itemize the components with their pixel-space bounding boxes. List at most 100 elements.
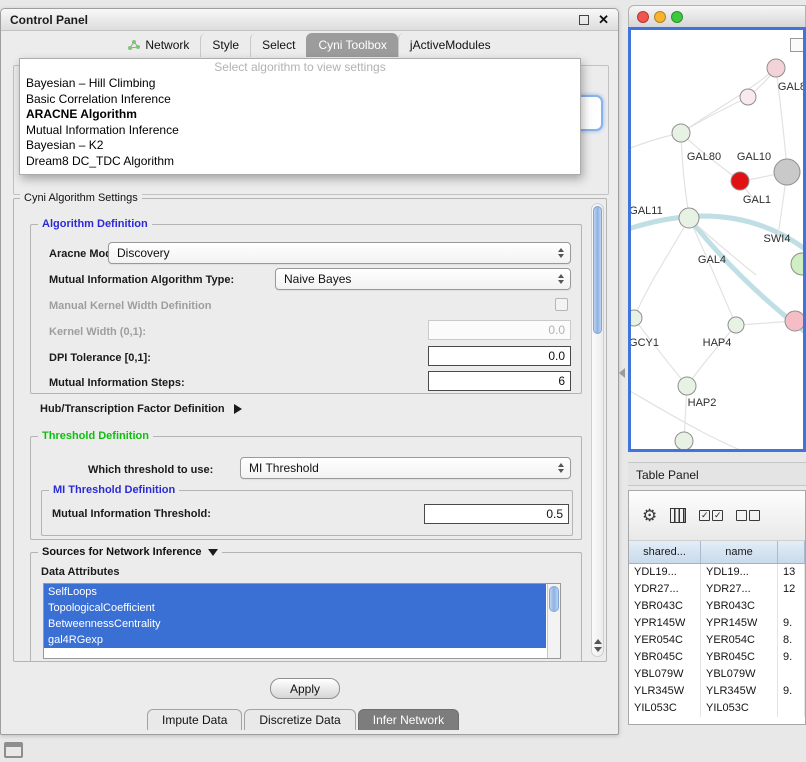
network-node[interactable] <box>631 310 642 326</box>
scrollbar-arrows-icon[interactable] <box>592 639 603 652</box>
attribute-list-item[interactable]: TopologicalCoefficient <box>44 600 546 616</box>
tab-network[interactable]: Network <box>117 33 200 57</box>
columns-icon <box>670 508 686 523</box>
network-window-titlebar[interactable] <box>628 5 806 27</box>
table-row[interactable]: YER054CYER054C8. <box>629 632 805 649</box>
scrollbar-thumb[interactable] <box>549 586 559 612</box>
column-header-shared-name[interactable]: shared... <box>629 541 701 563</box>
column-header-name[interactable]: name <box>701 541 778 563</box>
table-cell: YDR27... <box>701 581 778 598</box>
mi-steps-label: Mutual Information Steps: <box>49 376 185 390</box>
apply-button[interactable]: Apply <box>270 678 340 699</box>
network-node[interactable] <box>785 311 803 331</box>
tab-infer-network[interactable]: Infer Network <box>358 709 459 730</box>
table-cell: YBR045C <box>701 649 778 666</box>
table-row[interactable]: YBR045CYBR045C9. <box>629 649 805 666</box>
table-cell: YPR145W <box>701 615 778 632</box>
table-body: YDL19...YDL19...13YDR27...YDR27...12YBR0… <box>629 564 805 717</box>
algorithm-option[interactable]: Basic Correlation Inference <box>20 92 580 108</box>
tab-impute-data[interactable]: Impute Data <box>147 709 242 730</box>
hub-definition-toggle[interactable]: Hub/Transcription Factor Definition <box>40 403 242 415</box>
network-node[interactable] <box>791 253 803 275</box>
table-cell: YDL19... <box>701 564 778 581</box>
network-node[interactable] <box>678 377 696 395</box>
control-panel-titlebar[interactable]: Control Panel ✕ <box>1 9 618 31</box>
tab-discretize-data[interactable]: Discretize Data <box>244 709 355 730</box>
table-cell: YLR345W <box>629 683 701 700</box>
which-threshold-select[interactable]: MI Threshold <box>240 457 571 479</box>
table-cell: 9. <box>778 615 805 632</box>
kernel-width-label: Kernel Width (0,1): <box>49 325 146 339</box>
tab-jactivemodules[interactable]: jActiveModules <box>398 33 502 57</box>
panel-splitter-handle[interactable] <box>619 368 625 378</box>
traffic-light-close[interactable] <box>637 11 649 23</box>
sources-group: Sources for Network Inference Data Attri… <box>30 552 582 661</box>
minimized-panel-icon[interactable] <box>4 742 23 758</box>
table-cell: 9. <box>778 649 805 666</box>
mi-threshold-definition-title: MI Threshold Definition <box>49 484 179 497</box>
attribute-list-item[interactable]: gal4RGexp <box>44 632 546 648</box>
attribute-list-item[interactable]: BetweennessCentrality <box>44 616 546 632</box>
algorithm-definition-title: Algorithm Definition <box>38 218 152 231</box>
tab-style[interactable]: Style <box>200 33 250 57</box>
network-node[interactable] <box>767 59 785 77</box>
birdseye-toggle[interactable] <box>790 38 806 52</box>
which-threshold-value: MI Threshold <box>249 461 319 475</box>
table-row[interactable]: YBL079WYBL079W <box>629 666 805 683</box>
table-row[interactable]: YBR043CYBR043C <box>629 598 805 615</box>
network-canvas[interactable]: GAL8GAL80GAL10GAL11GAL1SWI4GAL4GCY1HAP4H… <box>631 30 803 449</box>
algorithm-option[interactable]: Bayesian – K2 <box>20 138 580 154</box>
network-edge <box>681 133 689 218</box>
close-icon[interactable]: ✕ <box>598 13 609 26</box>
algorithm-option[interactable]: Mutual Information Inference <box>20 123 580 139</box>
table-cell: YER054C <box>629 632 701 649</box>
table-toolbar: ⚙ ✓ ✓ <box>629 491 805 541</box>
sources-title[interactable]: Sources for Network Inference <box>38 546 222 559</box>
network-node-label: GAL8 <box>778 81 803 93</box>
column-selector-button[interactable] <box>670 508 686 523</box>
list-scrollbar[interactable] <box>547 584 560 658</box>
table-row[interactable]: YDR27...YDR27...12 <box>629 581 805 598</box>
mi-algorithm-type-select[interactable]: Naive Bayes <box>275 268 571 290</box>
column-header-extra[interactable] <box>778 541 805 563</box>
table-row[interactable]: YDL19...YDL19...13 <box>629 564 805 581</box>
attribute-list-item[interactable]: SelfLoops <box>44 584 546 600</box>
tab-cyni-toolbox[interactable]: Cyni Toolbox <box>306 33 397 57</box>
control-panel-window: Control Panel ✕ Network Style Select Cyn… <box>0 8 619 735</box>
mi-threshold-field[interactable]: 0.5 <box>424 504 569 524</box>
network-edge <box>634 318 687 386</box>
traffic-light-zoom[interactable] <box>671 11 683 23</box>
float-window-icon[interactable] <box>579 15 589 25</box>
network-node[interactable] <box>675 432 693 449</box>
dpi-tolerance-field[interactable]: 0.0 <box>428 346 571 366</box>
network-node[interactable] <box>731 172 749 190</box>
traffic-light-minimize[interactable] <box>654 11 666 23</box>
data-attributes-list[interactable]: SelfLoopsTopologicalCoefficientBetweenne… <box>43 583 561 659</box>
network-node[interactable] <box>774 159 800 185</box>
table-row[interactable]: YIL053CYIL053C <box>629 700 805 717</box>
threshold-definition-title: Threshold Definition <box>38 430 153 443</box>
network-node-label: GAL11 <box>631 205 663 217</box>
network-node[interactable] <box>679 208 699 228</box>
algorithm-option[interactable]: Dream8 DC_TDC Algorithm <box>20 154 580 170</box>
aracne-mode-select[interactable]: Discovery <box>108 242 571 264</box>
kernel-width-field: 0.0 <box>428 320 571 340</box>
algorithm-option[interactable]: Bayesian – Hill Climbing <box>20 76 580 92</box>
network-node[interactable] <box>672 124 690 142</box>
table-cell: YLR345W <box>701 683 778 700</box>
table-settings-button[interactable]: ⚙ <box>642 507 657 524</box>
settings-scrollbar[interactable] <box>591 203 604 657</box>
table-row[interactable]: YLR345WYLR345W9. <box>629 683 805 700</box>
algorithm-option[interactable]: ARACNE Algorithm <box>20 107 580 123</box>
select-all-button[interactable]: ✓ ✓ <box>699 510 723 521</box>
table-cell: YER054C <box>701 632 778 649</box>
mi-steps-field[interactable]: 6 <box>428 371 571 391</box>
deselect-all-button[interactable] <box>736 510 760 521</box>
network-node[interactable] <box>740 89 756 105</box>
table-row[interactable]: YPR145WYPR145W9. <box>629 615 805 632</box>
network-frame: GAL8GAL80GAL10GAL11GAL1SWI4GAL4GCY1HAP4H… <box>628 27 806 452</box>
scrollbar-thumb[interactable] <box>593 206 602 334</box>
kernel-width-value: 0.0 <box>548 323 565 337</box>
network-node[interactable] <box>728 317 744 333</box>
tab-select[interactable]: Select <box>250 33 306 57</box>
